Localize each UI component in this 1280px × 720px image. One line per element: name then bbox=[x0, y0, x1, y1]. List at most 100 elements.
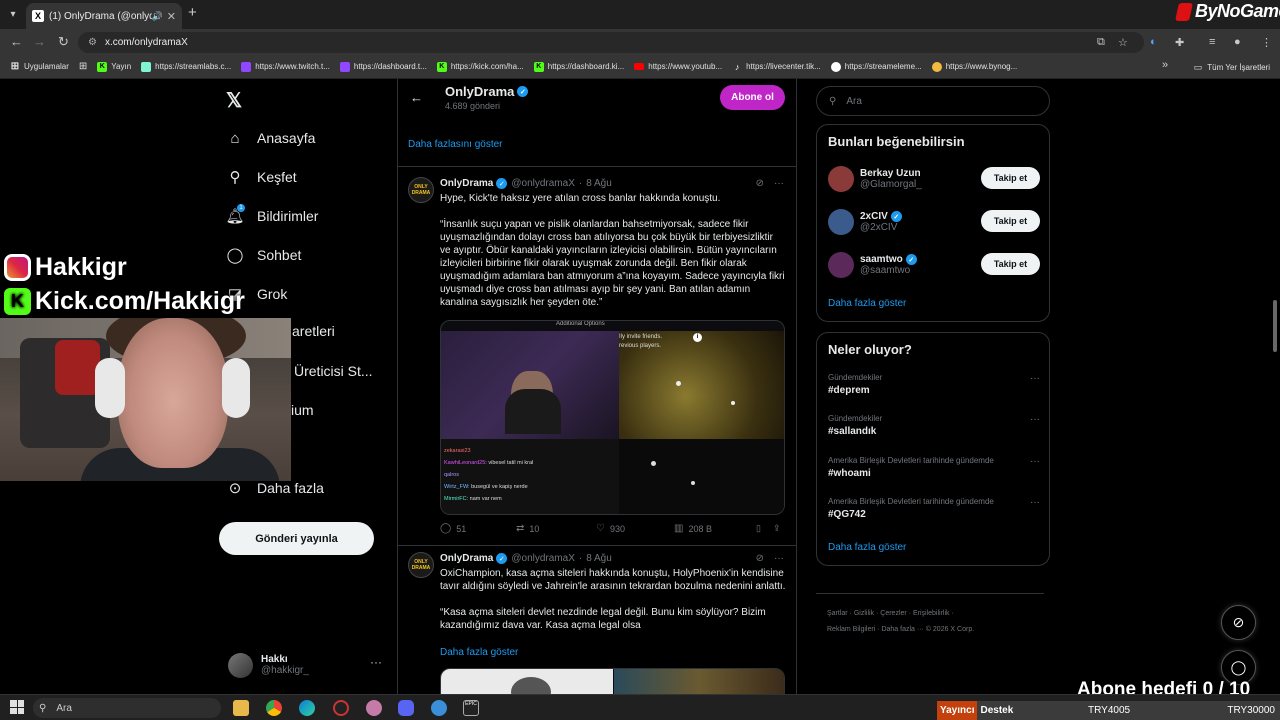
grok-fab-icon[interactable]: ⊘ bbox=[1221, 605, 1256, 640]
like-button[interactable]: ♡ 930 bbox=[596, 523, 674, 534]
account-switcher[interactable]: Hakkı @hakkigr_ ··· bbox=[228, 650, 388, 680]
discord-icon[interactable] bbox=[398, 700, 414, 716]
bookmark-item[interactable]: https://dashboard.t... bbox=[339, 61, 427, 72]
follow-button[interactable]: Takip et bbox=[981, 253, 1040, 275]
follow-suggestion[interactable]: 2xCIV ✓ @2xCIV Takip et bbox=[828, 207, 1040, 237]
bookmark-apps[interactable]: ⊞ Uygulamalar bbox=[10, 61, 69, 72]
nav-creator-studio[interactable]: Üreticisi St... bbox=[294, 363, 373, 379]
bookmark-item[interactable]: https://www.bynog... bbox=[931, 61, 1017, 72]
more-icon[interactable]: ··· bbox=[1030, 414, 1040, 425]
browser-tab[interactable]: X (1) OnlyDrama (@onlydrama 🔊 ✕ bbox=[26, 3, 182, 29]
reply-button[interactable]: ◯ 51 bbox=[440, 523, 516, 534]
epic-games-icon[interactable]: EPIC bbox=[463, 700, 479, 716]
bookmark-item[interactable]: https://streamlabs.c... bbox=[141, 61, 231, 72]
bookmark-item[interactable]: https://www.twitch.t... bbox=[241, 61, 330, 72]
back-icon[interactable]: ← bbox=[10, 34, 23, 49]
address-bar[interactable]: ⚙ x.com/onlydramaX bbox=[78, 32, 1144, 53]
bookmark-item[interactable]: https://streameleme... bbox=[830, 61, 922, 72]
more-icon[interactable]: ··· bbox=[1030, 373, 1040, 384]
show-more-link[interactable]: Daha fazla göster bbox=[828, 542, 906, 553]
scrollbar-thumb[interactable] bbox=[1273, 300, 1277, 352]
nav-home[interactable]: ⌂ Anasayfa bbox=[226, 129, 315, 147]
more-icon[interactable]: ··· bbox=[1030, 497, 1040, 508]
bookmark-star-icon[interactable]: ☆ bbox=[1118, 36, 1128, 49]
search-input[interactable]: ⚲ Ara bbox=[816, 86, 1050, 116]
chrome-icon[interactable] bbox=[266, 700, 282, 716]
taskbar-search[interactable]: ⚲ Ara bbox=[33, 698, 221, 718]
grok-icon[interactable]: ⊘ bbox=[756, 553, 764, 564]
trend-item[interactable]: Gündemdekiler #deprem ··· bbox=[828, 373, 1040, 396]
post-button[interactable]: Gönderi yayınla bbox=[219, 522, 374, 555]
bookmarks-overflow-icon[interactable]: » bbox=[1162, 59, 1168, 71]
more-icon[interactable]: ··· bbox=[370, 655, 382, 669]
more-icon[interactable]: ··· bbox=[774, 553, 784, 564]
footer-links[interactable]: Şartlar · Gizlilik · Çerezler · Erişileb… bbox=[827, 606, 1047, 638]
app-icon[interactable] bbox=[431, 700, 447, 716]
share-icon[interactable]: ⇪ bbox=[773, 523, 781, 534]
all-bookmarks[interactable]: ▭ Tüm Yer İşaretleri bbox=[1194, 62, 1270, 73]
views-button[interactable]: ▥ 208 B bbox=[674, 523, 756, 534]
obs-icon[interactable] bbox=[333, 700, 349, 716]
trend-item[interactable]: Amerika Birleşik Devletleri tarihinde gü… bbox=[828, 456, 1040, 479]
bookmark-item[interactable]: https://www.youtub... bbox=[634, 62, 722, 71]
reply-icon: ◯ bbox=[440, 523, 452, 534]
heart-icon: ♡ bbox=[596, 523, 605, 534]
bookmark-icon[interactable]: ▯ bbox=[756, 523, 761, 534]
instagram-handle: Hakkigr bbox=[0, 250, 290, 284]
close-tab-icon[interactable]: ✕ bbox=[167, 10, 176, 23]
browser-menu-icon[interactable]: ⋮ bbox=[1261, 36, 1272, 49]
column-divider bbox=[796, 79, 797, 694]
profile-avatar-icon[interactable]: ● bbox=[1234, 36, 1241, 48]
bookmark-grid[interactable]: ⊞ bbox=[79, 61, 87, 72]
verified-icon: ✓ bbox=[905, 254, 917, 265]
app-icon[interactable] bbox=[366, 700, 382, 716]
site-info-icon[interactable]: ⚙ bbox=[88, 37, 97, 48]
trend-item[interactable]: Gündemdekiler #sallandık ··· bbox=[828, 414, 1040, 437]
show-more-link[interactable]: Daha fazla göster bbox=[828, 298, 906, 309]
bookmark-item[interactable]: Khttps://kick.com/ha... bbox=[436, 61, 524, 72]
reading-list-icon[interactable]: ≡ bbox=[1209, 36, 1215, 48]
subscribe-button[interactable]: Abone ol bbox=[720, 85, 785, 110]
nav-explore[interactable]: ⚲ Keşfet bbox=[226, 168, 297, 186]
tweet[interactable]: ONLY DRAMA OnlyDrama ✓ @onlydramaX · 8 Ağu … bbox=[398, 167, 796, 545]
grok-icon[interactable]: ⊘ bbox=[756, 178, 764, 189]
forward-icon[interactable]: → bbox=[33, 34, 46, 49]
trend-item[interactable]: Amerika Birleşik Devletleri tarihinde gü… bbox=[828, 497, 1040, 520]
follow-suggestion[interactable]: Berkay Uzun @Glamorgal_ Takip et bbox=[828, 164, 1040, 194]
bookmark-item[interactable]: ♪ https://livecenter.tik... bbox=[732, 62, 821, 72]
show-more-link[interactable]: Daha fazlasını göster bbox=[408, 139, 503, 150]
bookmark-item[interactable]: Khttps://dashboard.ki... bbox=[533, 61, 624, 72]
audio-icon[interactable]: 🔊 bbox=[152, 11, 163, 22]
edge-icon[interactable] bbox=[299, 700, 315, 716]
follow-suggestion[interactable]: saamtwo ✓ @saamtwo Takip et bbox=[828, 250, 1040, 280]
tweet[interactable]: ONLY DRAMA OnlyDrama ✓ @onlydramaX · 8 Ağu … bbox=[398, 546, 796, 698]
reload-icon[interactable]: ↻ bbox=[58, 34, 69, 50]
stream-socials-overlay: Hakkigr K Kick.com/Hakkigr bbox=[0, 250, 290, 320]
extension-icon[interactable]: ◐ bbox=[1150, 36, 1157, 48]
new-tab-button[interactable]: + bbox=[188, 4, 197, 21]
bookmark-item[interactable]: K Yayın bbox=[97, 61, 131, 72]
follow-button[interactable]: Takip et bbox=[981, 210, 1040, 232]
extensions-puzzle-icon[interactable]: ✚ bbox=[1175, 36, 1184, 49]
search-icon: ⚲ bbox=[229, 169, 241, 186]
show-more-link[interactable]: Daha fazla göster bbox=[440, 647, 518, 658]
avatar bbox=[828, 166, 854, 192]
nav-bookmarks[interactable]: aretleri bbox=[292, 323, 335, 339]
bookmarks-bar: ⊞ Uygulamalar ⊞ K Yayın https://streamlabs… bbox=[0, 55, 1280, 79]
more-icon[interactable]: ··· bbox=[1030, 456, 1040, 467]
streamelements-icon bbox=[830, 61, 841, 72]
nav-more[interactable]: ⊙ Daha fazla bbox=[226, 479, 324, 497]
file-explorer-icon[interactable] bbox=[233, 700, 249, 716]
repost-button[interactable]: ⇄ 10 bbox=[516, 523, 596, 534]
follow-button[interactable]: Takip et bbox=[981, 167, 1040, 189]
back-arrow-icon[interactable]: ← bbox=[410, 90, 423, 105]
tweet-text: Hype, Kick'te haksız yere atılan cross b… bbox=[440, 193, 785, 308]
tweet-video[interactable]: Additional Options Ily invite friends. re… bbox=[440, 320, 785, 515]
avatar bbox=[228, 652, 253, 678]
windows-start-icon[interactable] bbox=[10, 700, 24, 714]
nav-premium[interactable]: ium bbox=[291, 402, 314, 418]
more-icon[interactable]: ··· bbox=[774, 178, 784, 189]
x-logo-icon[interactable]: 𝕏 bbox=[226, 88, 242, 113]
install-app-icon[interactable]: ⧉ bbox=[1097, 36, 1105, 49]
tab-search-icon[interactable]: ▾ bbox=[4, 5, 22, 23]
